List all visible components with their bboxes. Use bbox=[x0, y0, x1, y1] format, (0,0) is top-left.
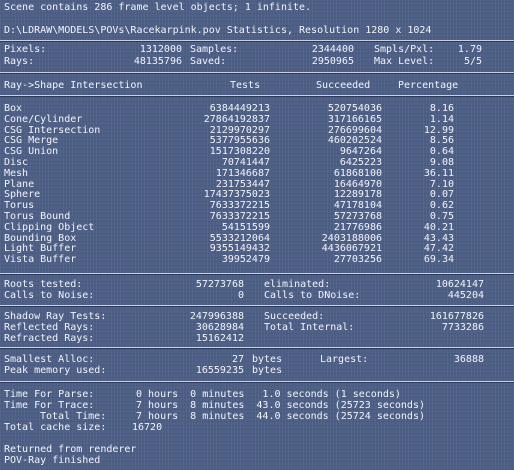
percentage-value: 40.21 bbox=[423, 221, 454, 233]
smpls-per-pxl-label: Smpls/Pxl: bbox=[374, 44, 435, 55]
largest-value: 36888 bbox=[453, 354, 484, 365]
total-internal-label: Total Internal: bbox=[264, 322, 355, 333]
saved-value: 2950965 bbox=[311, 56, 354, 67]
max-level-label: Max Level: bbox=[374, 56, 435, 67]
tests-value: 27864192837 bbox=[203, 113, 270, 125]
divider bbox=[0, 381, 514, 383]
cache-size-label: Total cache size: bbox=[4, 422, 107, 433]
peak-memory-unit: bytes bbox=[252, 365, 283, 376]
divider bbox=[0, 273, 514, 275]
largest-label: Largest: bbox=[320, 354, 369, 365]
succeeded-value: 317166165 bbox=[327, 113, 382, 125]
total-time-value: 7 hours 8 minutes 44.0 seconds (25724 se… bbox=[136, 411, 425, 422]
column-header-succeeded: Succeeded bbox=[316, 80, 371, 91]
roots-tested-value: 57273768 bbox=[195, 279, 244, 290]
povray-finished-message: POV-Ray finished bbox=[4, 455, 101, 466]
smpls-per-pxl-value: 1.79 bbox=[457, 44, 482, 55]
divider bbox=[0, 72, 514, 74]
column-header-shape: Ray->Shape Intersection bbox=[4, 80, 143, 91]
percentage-value: 36.11 bbox=[423, 167, 454, 179]
divider bbox=[0, 95, 514, 97]
statistics-title: D:\LDRAW\MODELS\POVs\Racekarpink.pov Sta… bbox=[4, 25, 432, 36]
divider bbox=[0, 347, 514, 349]
divider bbox=[0, 40, 514, 42]
divider bbox=[0, 305, 514, 307]
pixels-value: 1312000 bbox=[139, 44, 182, 55]
refracted-rays-label: Refracted Rays: bbox=[4, 333, 95, 344]
refracted-rays-value: 15162412 bbox=[195, 333, 244, 344]
shape-name: Clipping Object bbox=[4, 221, 95, 233]
tests-value: 54151599 bbox=[221, 221, 270, 233]
rays-value: 48135796 bbox=[133, 56, 182, 67]
succeeded-value: 27703256 bbox=[333, 254, 382, 266]
cache-size-value: 16720 bbox=[132, 422, 163, 433]
tests-value: 171346687 bbox=[215, 167, 270, 179]
percentage-value: 69.34 bbox=[423, 254, 454, 266]
samples-label: Samples: bbox=[190, 44, 239, 55]
noise-calls-label: Calls to Noise: bbox=[4, 290, 95, 301]
noise-calls-value: 0 bbox=[237, 290, 244, 301]
peak-memory-label: Peak memory used: bbox=[4, 365, 107, 376]
shape-name: Cone/Cylinder bbox=[4, 113, 83, 125]
dnoise-calls-label: Calls to DNoise: bbox=[264, 290, 361, 301]
succeeded-value: 61868100 bbox=[333, 167, 382, 179]
shape-name: Mesh bbox=[4, 167, 29, 179]
rays-label: Rays: bbox=[4, 56, 35, 67]
column-header-tests: Tests bbox=[230, 80, 261, 91]
samples-value: 2344400 bbox=[311, 44, 354, 55]
scene-summary-text: Scene contains 286 frame level objects; … bbox=[4, 2, 312, 13]
saved-label: Saved: bbox=[190, 56, 227, 67]
tests-value: 39952479 bbox=[221, 254, 270, 266]
dnoise-calls-value: 445204 bbox=[447, 290, 484, 301]
render-statistics-console: Scene contains 286 frame level objects; … bbox=[0, 0, 514, 470]
pixels-label: Pixels: bbox=[4, 44, 47, 55]
max-level-value: 5/5 bbox=[463, 56, 482, 67]
total-internal-value: 7733286 bbox=[441, 322, 484, 333]
percentage-value: 1.14 bbox=[429, 113, 454, 125]
column-header-percentage: Percentage bbox=[398, 80, 459, 91]
succeeded-value: 21776986 bbox=[333, 221, 382, 233]
peak-memory-value: 16559235 bbox=[195, 365, 244, 376]
shape-name: Vista Buffer bbox=[4, 254, 77, 266]
